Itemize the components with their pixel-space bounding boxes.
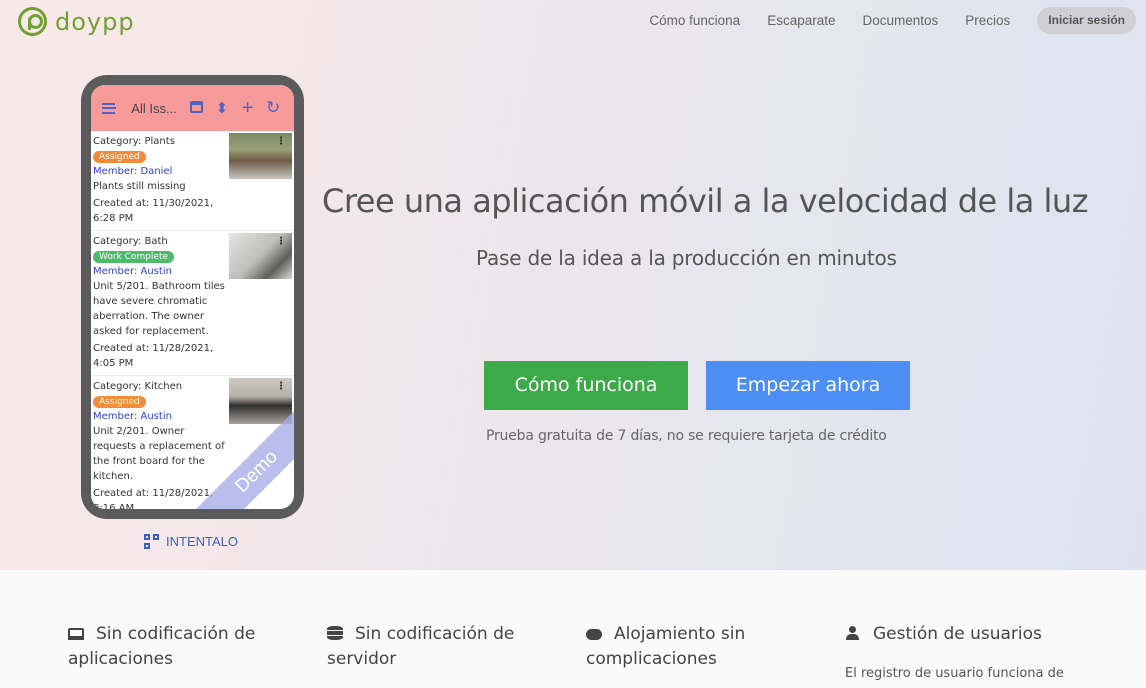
item-member: Member: Daniel (93, 166, 173, 177)
feature-title: Gestión de usuarios (873, 624, 1042, 644)
status-badge: Assigned (93, 151, 146, 163)
feature-no-app-code: Sin codificación de aplicaciones (68, 622, 298, 672)
feature-title: Alojamiento sin complicaciones (586, 624, 746, 669)
cloud-icon (586, 629, 602, 640)
feature-hosting: Alojamiento sin complicaciones (586, 622, 816, 672)
more-icon[interactable]: ⋮ (276, 236, 286, 247)
start-now-button[interactable]: Empezar ahora (706, 361, 910, 410)
refresh-icon[interactable]: ↻ (260, 98, 286, 118)
app-bar: All Iss... ⬍ + ↻ (91, 85, 294, 131)
try-it-link[interactable]: INTENTALO (144, 534, 238, 549)
try-it-label: INTENTALO (166, 534, 238, 549)
more-icon[interactable]: ⋮ (276, 136, 286, 147)
item-created: Created at: 11/28/2021, (93, 343, 214, 354)
add-icon[interactable]: + (235, 97, 261, 120)
brand-name: doypp (55, 7, 135, 36)
sort-icon[interactable]: ⬍ (209, 99, 235, 117)
nav-link-docs[interactable]: Documentos (862, 7, 938, 34)
feature-title: Sin codificación de aplicaciones (68, 624, 256, 669)
phone-mockup: All Iss... ⬍ + ↻ Category: Plants Assign… (81, 75, 304, 519)
qr-code-icon (144, 534, 159, 549)
how-it-works-button[interactable]: Cómo funciona (484, 361, 688, 410)
database-icon (327, 626, 343, 640)
item-member: Member: Austin (93, 266, 172, 277)
list-item[interactable]: Category: Bath Work Complete Member: Aus… (91, 231, 294, 376)
item-category: Category: Bath (93, 236, 168, 247)
user-icon (845, 626, 861, 640)
feature-no-server-code: Sin codificación de servidor (327, 622, 557, 672)
trial-note: Prueba gratuita de 7 días, no se requier… (486, 428, 887, 444)
feature-user-management: Gestión de usuarios El registro de usuar… (845, 622, 1075, 681)
phone-screen[interactable]: All Iss... ⬍ + ↻ Category: Plants Assign… (91, 85, 294, 509)
status-badge: Work Complete (93, 251, 175, 263)
top-nav: Cómo funciona Escaparate Documentos Prec… (649, 7, 1136, 34)
item-category: Category: Plants (93, 136, 175, 147)
item-created-time: 6:28 PM (93, 213, 134, 224)
logo-icon (18, 7, 47, 36)
item-created: Created at: 11/30/2021, (93, 198, 214, 209)
hero-title: Cree una aplicación móvil a la velocidad… (322, 182, 1089, 220)
item-thumbnail: ⋮ (229, 233, 292, 279)
item-thumbnail: ⋮ (229, 133, 292, 179)
hero-subtitle: Pase de la idea a la producción en minut… (476, 246, 897, 270)
laptop-icon (68, 628, 84, 640)
feature-description: El registro de usuario funciona de (845, 666, 1064, 681)
nav-link-how[interactable]: Cómo funciona (649, 7, 740, 34)
calendar-icon[interactable] (183, 100, 209, 117)
item-description: Plants still missing (93, 181, 186, 192)
item-thumbnail: ⋮ (229, 378, 292, 424)
item-description: Unit 2/201. Owner requests a replacement… (93, 426, 225, 482)
feature-title: Sin codificación de servidor (327, 624, 515, 669)
nav-link-pricing[interactable]: Precios (965, 7, 1010, 34)
item-category: Category: Kitchen (93, 381, 183, 392)
login-button[interactable]: Iniciar sesión (1037, 7, 1136, 34)
nav-link-showcase[interactable]: Escaparate (767, 7, 835, 34)
status-badge: Assigned (93, 396, 146, 408)
item-created-time: 4:05 PM (93, 358, 134, 369)
menu-icon[interactable] (102, 102, 117, 114)
more-icon[interactable]: ⋮ (276, 381, 286, 392)
app-title: All Iss... (131, 100, 177, 116)
brand-logo[interactable]: doypp (18, 7, 135, 36)
item-member: Member: Austin (93, 411, 172, 422)
item-description: Unit 5/201. Bathroom tiles have severe c… (93, 281, 225, 337)
list-item[interactable]: Category: Plants Assigned Member: Daniel… (91, 131, 294, 231)
